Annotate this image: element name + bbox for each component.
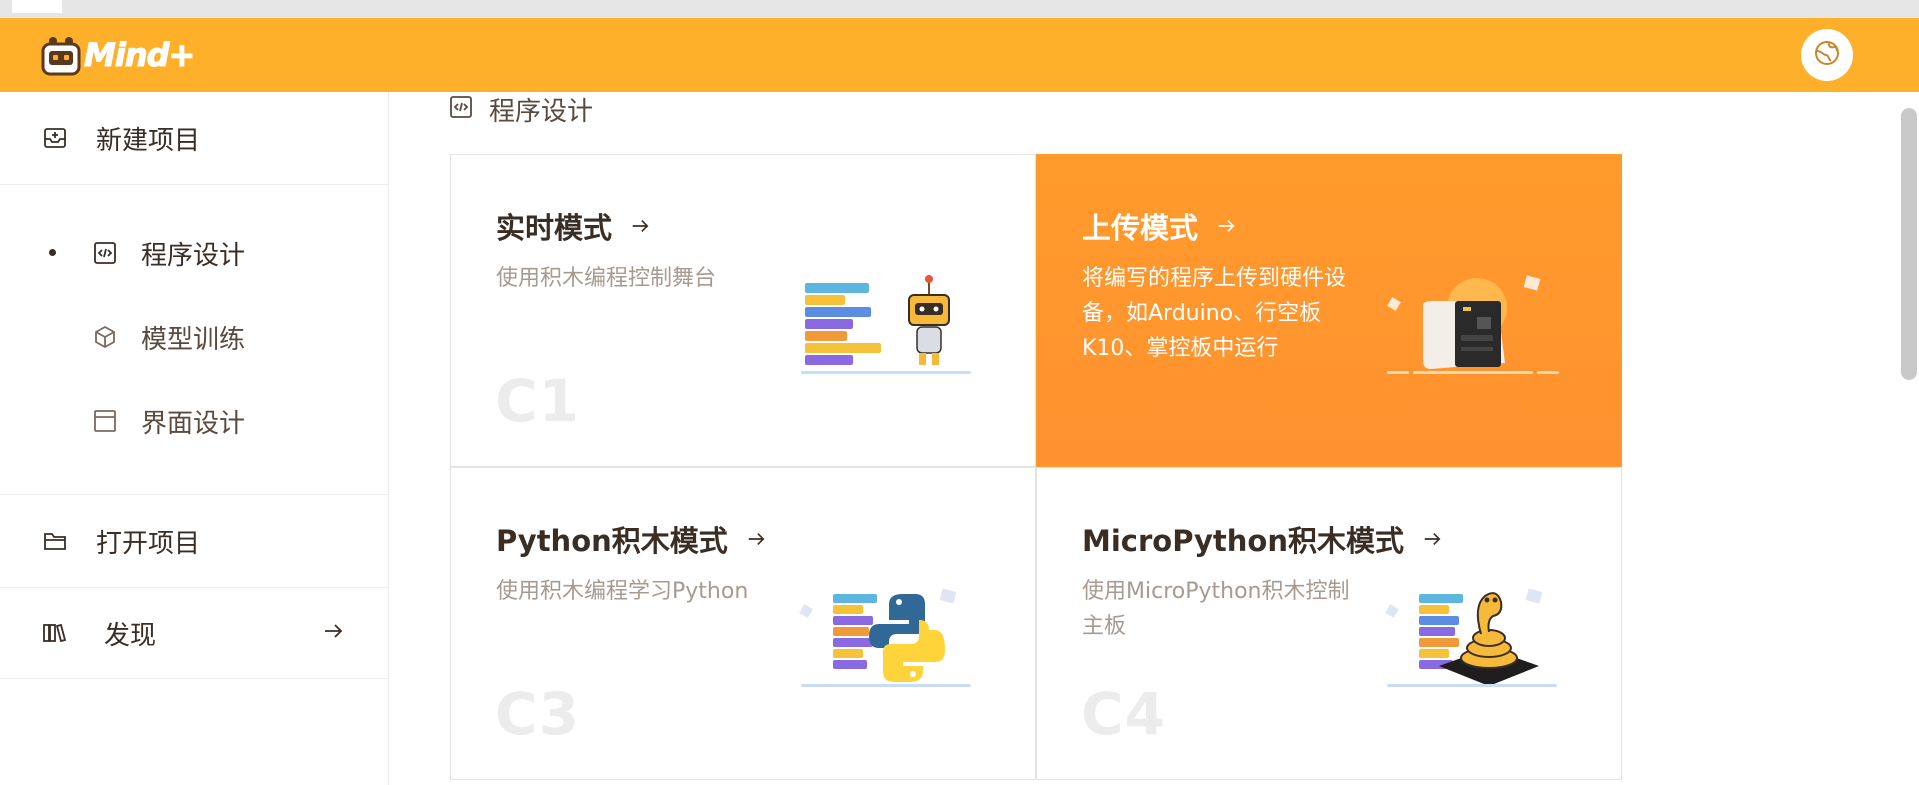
books-icon (42, 620, 68, 646)
card-code: C3 (495, 680, 580, 748)
app-name: Mind+ (83, 36, 195, 75)
card-description: 使用积木编程学习Python (496, 579, 749, 604)
sidebar-item-open-project[interactable]: 打开项目 (0, 495, 388, 587)
folder-icon (42, 528, 68, 554)
section-title: 程序设计 (489, 96, 594, 127)
arrow-right-icon (1422, 529, 1442, 549)
sidebar-item-label: 界面设计 (141, 408, 246, 439)
sidebar-item-label: 新建项目 (96, 125, 201, 156)
main-content: 程序设计 实时模式 使用积木编程控制舞台 C1 上传模式 将编写的程序上传到硬件… (389, 92, 1899, 785)
sidebar-item-new-project[interactable]: 新建项目 (0, 92, 388, 184)
card-description: 将编写的程序上传到硬件设备，如Arduino、行空板K10、掌控板中运行 (1082, 266, 1347, 361)
divider (0, 678, 388, 679)
mind-logo-icon (40, 35, 82, 76)
window-tab[interactable] (12, 0, 62, 13)
language-button[interactable] (1801, 29, 1853, 81)
arrow-right-icon (322, 620, 344, 646)
app-header: Mind+ (0, 18, 1919, 92)
sidebar-item-label: 程序设计 (141, 240, 246, 271)
sidebar-item-ui-design[interactable]: 界面设计 (0, 398, 388, 444)
sidebar-item-label: 打开项目 (96, 528, 201, 559)
micropython-illustration (1385, 588, 1557, 687)
sidebar-item-label: 发现 (104, 620, 157, 651)
board-illustration (1387, 275, 1559, 374)
card-description: 使用积木编程控制舞台 (496, 266, 717, 291)
scrollbar-thumb[interactable] (1901, 108, 1917, 380)
card-title-row: 实时模式 (496, 205, 650, 247)
card-title: Python积木模式 (496, 524, 728, 558)
python-illustration (799, 588, 971, 687)
card-code: C4 (1081, 680, 1166, 748)
card-title-row: 上传模式 (1082, 205, 1236, 247)
section-header: 程序设计 (449, 92, 594, 127)
card-title-row: MicroPython积木模式 (1082, 518, 1442, 560)
mode-card-realtime[interactable]: 实时模式 使用积木编程控制舞台 C1 (450, 154, 1036, 467)
code-icon (92, 240, 118, 266)
card-title: 上传模式 (1082, 211, 1199, 245)
divider (0, 184, 388, 185)
globe-icon (1813, 39, 1841, 71)
code-icon (449, 95, 473, 123)
scrollbar[interactable] (1897, 92, 1919, 785)
robot-blocks-illustration (801, 275, 971, 374)
card-description: 使用MicroPython积木控制主板 (1082, 579, 1350, 639)
app-logo[interactable]: Mind+ (40, 34, 196, 76)
sidebar-item-model-training[interactable]: 模型训练 (0, 314, 388, 360)
arrow-right-icon (630, 216, 650, 236)
card-title: MicroPython积木模式 (1082, 524, 1404, 558)
sidebar-item-programming[interactable]: 程序设计 (0, 230, 388, 276)
sidebar: 新建项目 程序设计 模型训练 界面设计 打开项目 发现 (0, 92, 389, 785)
window-icon (92, 408, 118, 434)
mode-card-python[interactable]: Python积木模式 使用积木编程学习Python C3 (450, 467, 1036, 780)
card-code: C1 (495, 367, 580, 435)
new-project-icon (42, 125, 68, 151)
window-top-strip (0, 0, 1919, 18)
sidebar-item-label: 模型训练 (141, 324, 246, 355)
sidebar-item-discover[interactable]: 发现 (0, 588, 388, 678)
mode-card-micropython[interactable]: MicroPython积木模式 使用MicroPython积木控制主板 C4 (1036, 467, 1622, 780)
card-title-row: Python积木模式 (496, 518, 766, 560)
card-title: 实时模式 (496, 211, 613, 245)
cube-icon (92, 324, 118, 350)
mode-card-upload[interactable]: 上传模式 将编写的程序上传到硬件设备，如Arduino、行空板K10、掌控板中运… (1036, 154, 1622, 467)
arrow-right-icon (746, 529, 766, 549)
arrow-right-icon (1216, 216, 1236, 236)
